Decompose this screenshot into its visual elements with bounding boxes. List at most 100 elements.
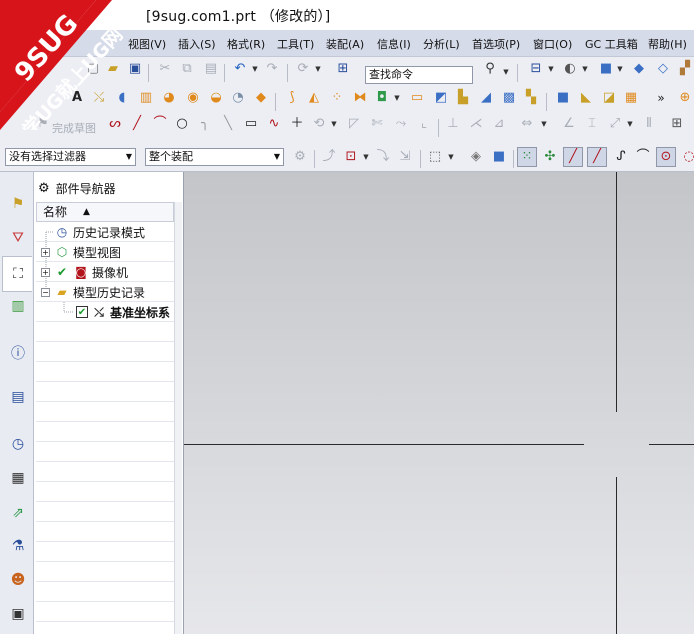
menu-format[interactable]: 格式(R): [227, 36, 265, 52]
layout-icon[interactable]: ⊟: [527, 60, 545, 78]
offset-curve-icon[interactable]: ⟲: [310, 115, 328, 133]
roles-icon[interactable]: ☻: [8, 570, 28, 590]
tree-item-cameras[interactable]: + ✔ ◙ 摄像机: [41, 262, 128, 282]
snap-point-enable-icon[interactable]: ⁙: [517, 147, 537, 167]
copy-icon[interactable]: ⧉: [178, 60, 196, 78]
part-navigator-icon[interactable]: ⛶: [8, 264, 28, 284]
name-column-header[interactable]: 名称 ▲: [36, 202, 174, 222]
history-palette-icon[interactable]: ▤: [8, 387, 28, 407]
line-icon[interactable]: ╱: [128, 115, 146, 133]
constraint-navigator-icon[interactable]: ⛛: [8, 228, 28, 248]
navigator-scrollbar[interactable]: [174, 202, 182, 634]
derived-line-icon[interactable]: ◸: [345, 115, 363, 133]
snap-dropdown-icon[interactable]: ▼: [362, 148, 370, 166]
snap-end-point-icon[interactable]: ╱: [563, 147, 583, 167]
tree-item-datum-csys[interactable]: ✔ ⤯ 基准坐标系: [76, 302, 170, 322]
snap-mid-point-icon[interactable]: ╱: [587, 147, 607, 167]
pad-icon[interactable]: ◆: [252, 89, 270, 107]
show-constraints-icon[interactable]: ⊿: [490, 115, 508, 133]
convert-dropdown-icon[interactable]: ▼: [626, 115, 634, 133]
menu-information[interactable]: 信息(I): [377, 36, 411, 52]
shaded-view-icon[interactable]: ■: [597, 60, 615, 78]
draft-icon[interactable]: ◢: [477, 89, 495, 107]
repeat-dropdown-icon[interactable]: ▼: [314, 60, 322, 78]
menu-preferences[interactable]: 首选项(P): [472, 36, 520, 52]
select-face-icon[interactable]: ■: [490, 148, 508, 166]
assembly-navigator-icon[interactable]: ⚑: [8, 194, 28, 214]
manufacturing-wizard-icon[interactable]: ⚗: [8, 536, 28, 556]
chamfer-sketch-icon[interactable]: ╲: [219, 115, 237, 133]
tree-item-history-mode[interactable]: ◷ 历史记录模式: [54, 222, 145, 242]
thicken-icon[interactable]: ▩: [500, 89, 518, 107]
rectangle-select-icon[interactable]: ⬚: [426, 148, 444, 166]
history-icon[interactable]: ◷: [8, 434, 28, 454]
box-view-icon[interactable]: ◆: [630, 60, 648, 78]
system-scene-icon[interactable]: ▣: [8, 604, 28, 624]
polyline-icon[interactable]: ∿: [265, 115, 283, 133]
snap-box-icon[interactable]: ⊡: [342, 148, 360, 166]
cut-icon[interactable]: ✂: [156, 60, 174, 78]
arc-icon[interactable]: ⌒: [151, 115, 169, 133]
render-dropdown-icon[interactable]: ▼: [581, 60, 589, 78]
paste-icon[interactable]: ▤: [202, 60, 220, 78]
snap-endpoint-icon[interactable]: ⤴: [320, 148, 338, 166]
undo-dropdown-icon[interactable]: ▼: [251, 60, 259, 78]
snap-arc-center-icon[interactable]: ✣: [541, 148, 559, 166]
select-dropdown-icon[interactable]: ▼: [447, 148, 455, 166]
menu-view[interactable]: 视图(V): [128, 36, 166, 52]
delete-face-icon[interactable]: ▦: [622, 89, 640, 107]
blend-icon[interactable]: ⟆: [283, 89, 301, 107]
pattern-icon[interactable]: ⁘: [328, 89, 346, 107]
shell-icon[interactable]: ▭: [408, 89, 426, 107]
scale-icon[interactable]: ▚: [522, 89, 540, 107]
fillet-icon[interactable]: ╮: [196, 115, 214, 133]
repeat-command-icon[interactable]: ⟳: [294, 60, 312, 78]
system-materials-icon[interactable]: ▦: [8, 468, 28, 488]
layout-dropdown-icon[interactable]: ▼: [547, 60, 555, 78]
alternate-solution-icon[interactable]: ⫴: [640, 115, 658, 133]
offset-face-icon[interactable]: ▙: [454, 89, 472, 107]
selection-filter-dropdown[interactable]: 没有选择过滤器 ▼: [5, 148, 136, 166]
search-icon[interactable]: ⚲: [481, 60, 499, 78]
tree-item-model-history[interactable]: − ▰ 模型历史记录: [41, 282, 145, 302]
toolbar-overflow-icon[interactable]: »: [652, 89, 670, 107]
extra-feature-icon[interactable]: ⊕: [676, 89, 694, 107]
redo-icon[interactable]: ↷: [263, 60, 281, 78]
quick-extend-icon[interactable]: ⤳: [392, 115, 410, 133]
menu-help[interactable]: 帮助(H): [648, 36, 687, 52]
reuse-library-icon[interactable]: ▥: [8, 296, 28, 316]
sketch-settings-icon[interactable]: ⊞: [668, 115, 686, 133]
boss-icon[interactable]: ◒: [207, 89, 225, 107]
command-finder-icon[interactable]: ⊞: [334, 60, 352, 78]
menu-gc-toolkit[interactable]: GC 工具箱: [585, 36, 638, 52]
web-browser-icon[interactable]: ⓘ: [8, 343, 28, 363]
snap-center-icon[interactable]: ⊙: [656, 147, 676, 167]
more-view-icon[interactable]: ▞: [676, 60, 694, 78]
offset-dropdown-icon[interactable]: ▼: [330, 115, 338, 133]
menu-tools[interactable]: 工具(T): [277, 36, 314, 52]
hole-icon[interactable]: ◉: [184, 89, 202, 107]
perimeter-icon[interactable]: ⌶: [583, 115, 601, 133]
unite-icon[interactable]: ⧓: [351, 89, 369, 107]
expand-icon[interactable]: +: [41, 267, 50, 277]
replace-face-icon[interactable]: ◣: [577, 89, 595, 107]
angle-dimension-icon[interactable]: ∠: [560, 115, 578, 133]
process-studio-icon[interactable]: ⇗: [8, 503, 28, 523]
subtract-icon[interactable]: ◘: [373, 89, 391, 107]
synchronous-move-icon[interactable]: ■: [554, 89, 572, 107]
auto-constraint-icon[interactable]: ⋌: [467, 115, 485, 133]
wireframe-view-icon[interactable]: ◇: [654, 60, 672, 78]
resize-blend-icon[interactable]: ◪: [600, 89, 618, 107]
snap-circle-icon[interactable]: ◌: [680, 148, 694, 166]
view-dropdown-icon[interactable]: ▼: [616, 60, 624, 78]
select-body-icon[interactable]: ◈: [467, 148, 485, 166]
extrude-icon[interactable]: ▥: [137, 89, 155, 107]
snap-control-icon[interactable]: ⇲: [396, 148, 414, 166]
render-style-icon[interactable]: ◐: [561, 60, 579, 78]
convert-icon[interactable]: ⤢: [606, 115, 624, 133]
tree-item-model-views[interactable]: + ⬡ 模型视图: [41, 242, 121, 262]
expand-icon[interactable]: +: [41, 247, 50, 257]
snap-midpoint-icon[interactable]: ⤵: [374, 148, 392, 166]
selection-scope-dropdown[interactable]: 整个装配 ▼: [145, 148, 284, 166]
quick-trim-icon[interactable]: ✄: [368, 115, 386, 133]
